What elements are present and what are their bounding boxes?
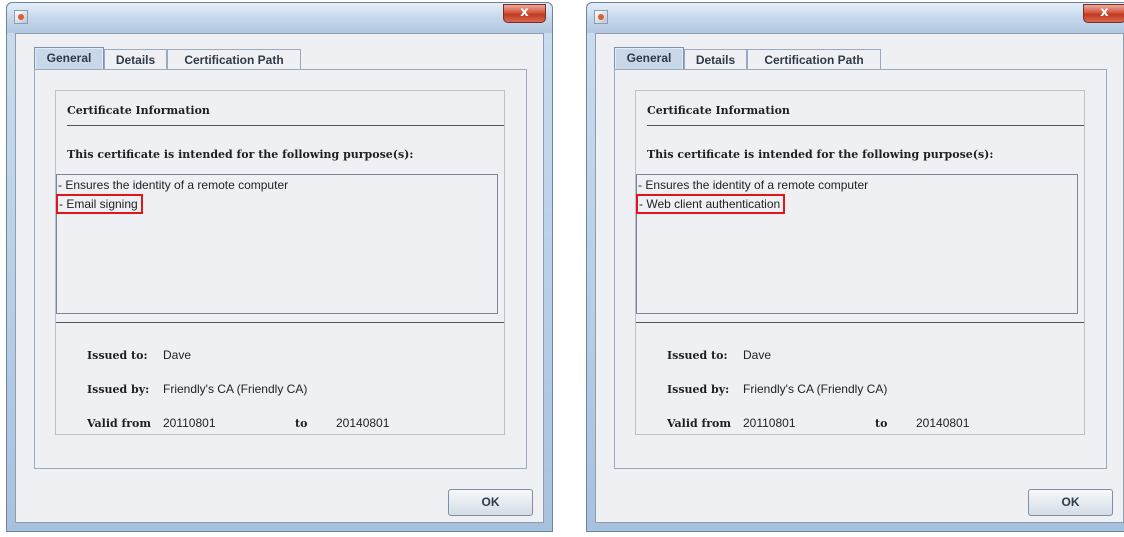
valid-to-label: to: [875, 417, 888, 430]
close-icon: x: [520, 5, 529, 20]
purpose-item: - Ensures the identity of a remote compu…: [58, 178, 289, 192]
issued-by-label: Issued by:: [87, 383, 150, 396]
dialog-client-area: General Details Certification Path Certi…: [595, 33, 1124, 523]
certificate-dialog-1: x General Details Certification Path Cer…: [6, 2, 553, 532]
certificate-info-box: Certificate Information This certificate…: [55, 90, 505, 435]
tab-details[interactable]: Details: [104, 49, 167, 70]
valid-from-value: 20110801: [743, 416, 796, 430]
purpose-item-highlighted: - Email signing: [56, 194, 143, 214]
issued-by-value: Friendly's CA (Friendly CA): [163, 382, 308, 396]
section-title: Certificate Information: [647, 104, 1084, 126]
close-button[interactable]: x: [1083, 4, 1124, 23]
tab-general[interactable]: General: [34, 47, 104, 70]
close-button[interactable]: x: [503, 4, 546, 23]
purpose-list[interactable]: - Ensures the identity of a remote compu…: [636, 174, 1078, 314]
purpose-item-highlighted: - Web client authentication: [636, 194, 786, 214]
tab-general[interactable]: General: [614, 47, 684, 70]
issued-by-value: Friendly's CA (Friendly CA): [743, 382, 888, 396]
tab-certification-path[interactable]: Certification Path: [167, 49, 301, 70]
title-bar[interactable]: x: [7, 3, 552, 33]
general-tab-panel: Certificate Information This certificate…: [614, 69, 1107, 469]
ok-button[interactable]: OK: [448, 489, 533, 516]
tab-details[interactable]: Details: [684, 49, 747, 70]
valid-to-value: 20140801: [916, 416, 970, 430]
section-title: Certificate Information: [67, 104, 504, 126]
valid-from-value: 20110801: [163, 416, 216, 430]
certificate-dialog-2: x General Details Certification Path Cer…: [586, 2, 1124, 532]
issued-by-label: Issued by:: [667, 383, 730, 396]
issued-to-label: Issued to:: [667, 349, 728, 362]
purpose-list[interactable]: - Ensures the identity of a remote compu…: [56, 174, 498, 314]
divider: [56, 322, 504, 323]
valid-to-value: 20140801: [336, 416, 390, 430]
dialog-client-area: General Details Certification Path Certi…: [15, 33, 544, 523]
ok-button[interactable]: OK: [1028, 489, 1113, 516]
divider: [636, 322, 1084, 323]
valid-to-label: to: [295, 417, 308, 430]
certificate-info-box: Certificate Information This certificate…: [635, 90, 1085, 435]
issued-to-label: Issued to:: [87, 349, 148, 362]
tab-certification-path[interactable]: Certification Path: [747, 49, 881, 70]
java-app-icon: [594, 10, 608, 24]
purpose-heading: This certificate is intended for the fol…: [647, 148, 994, 161]
valid-from-label: Valid from: [667, 417, 732, 430]
purpose-item: - Ensures the identity of a remote compu…: [638, 178, 869, 192]
close-icon: x: [1100, 5, 1109, 20]
valid-from-label: Valid from: [87, 417, 152, 430]
issued-to-value: Dave: [163, 348, 192, 362]
title-bar[interactable]: x: [587, 3, 1124, 33]
general-tab-panel: Certificate Information This certificate…: [34, 69, 527, 469]
issued-to-value: Dave: [743, 348, 772, 362]
java-app-icon: [14, 10, 28, 24]
purpose-heading: This certificate is intended for the fol…: [67, 148, 414, 161]
